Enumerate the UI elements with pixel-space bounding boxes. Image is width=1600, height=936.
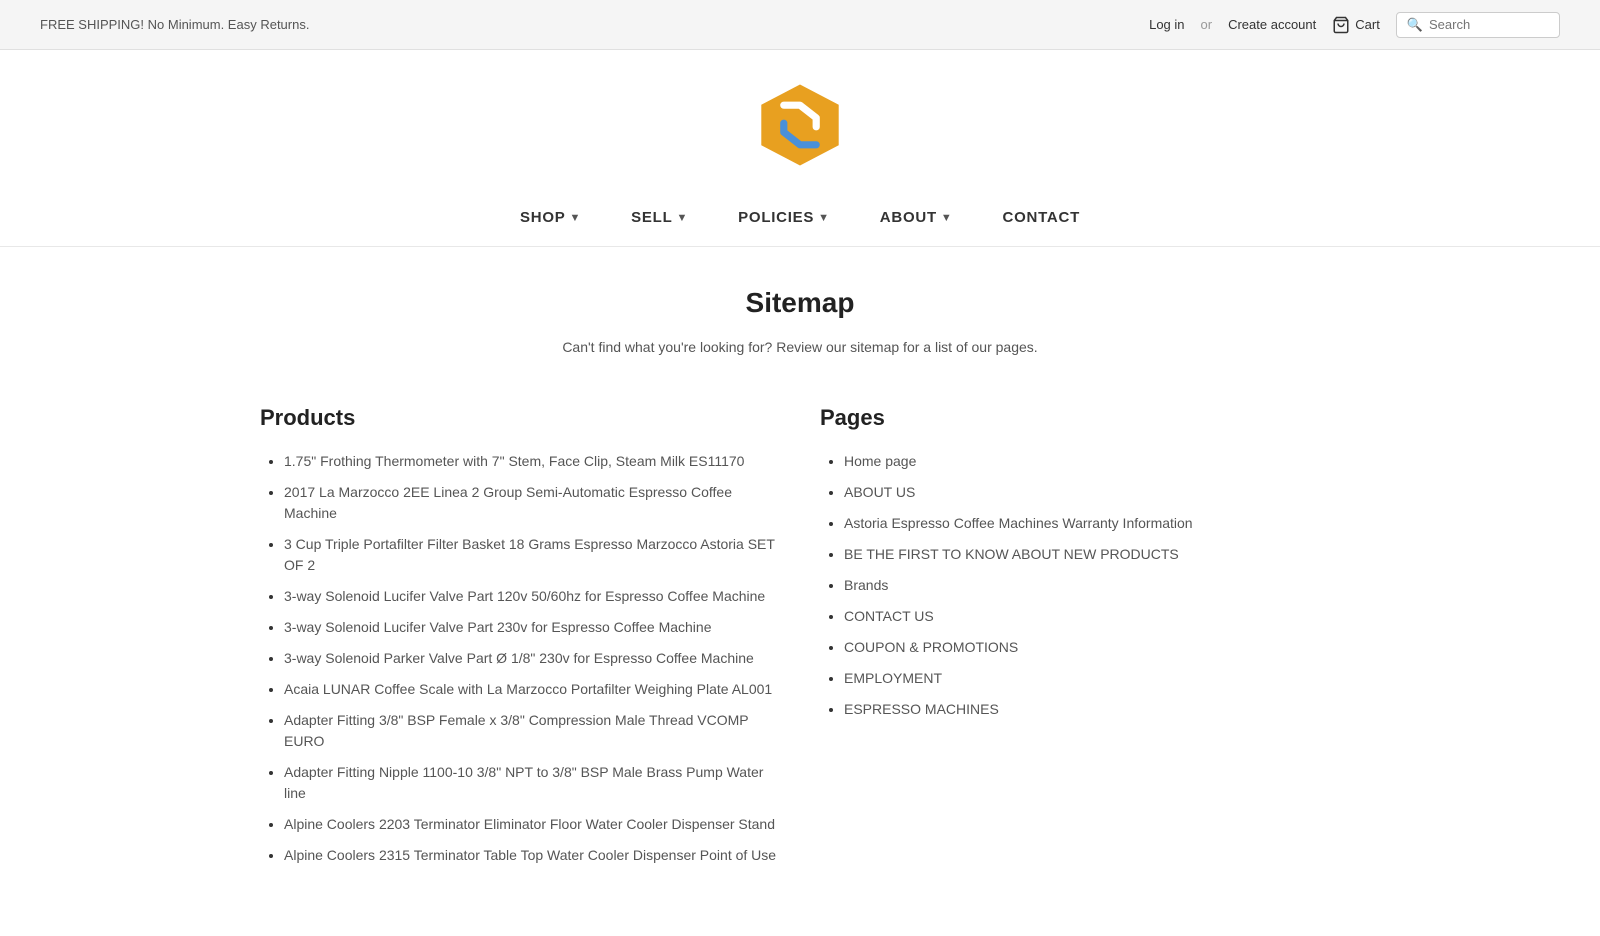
product-link[interactable]: Alpine Coolers 2315 Terminator Table Top… — [284, 847, 776, 863]
nav-item-policies[interactable]: POLICIES ▼ — [738, 209, 830, 226]
page-link[interactable]: Home page — [844, 453, 916, 469]
product-link[interactable]: Adapter Fitting 3/8" BSP Female x 3/8" C… — [284, 712, 748, 749]
list-item: 3-way Solenoid Lucifer Valve Part 230v f… — [284, 617, 780, 638]
nav-item-shop[interactable]: SHOP ▼ — [520, 209, 581, 226]
product-link[interactable]: 3-way Solenoid Parker Valve Part Ø 1/8" … — [284, 650, 754, 666]
list-item: COUPON & PROMOTIONS — [844, 637, 1340, 658]
product-link[interactable]: Alpine Coolers 2203 Terminator Eliminato… — [284, 816, 775, 832]
list-item: 2017 La Marzocco 2EE Linea 2 Group Semi-… — [284, 482, 780, 524]
nav-item-sell[interactable]: SELL ▼ — [631, 209, 688, 226]
products-section: Products 1.75" Frothing Thermometer with… — [260, 405, 780, 876]
nav-item-about[interactable]: ABOUT ▼ — [880, 209, 953, 226]
chevron-down-icon: ▼ — [941, 212, 953, 224]
logo-link[interactable] — [755, 80, 845, 173]
logo — [755, 80, 845, 170]
main-content: Sitemap Can't find what you're looking f… — [200, 247, 1400, 936]
top-bar: FREE SHIPPING! No Minimum. Easy Returns.… — [0, 0, 1600, 50]
list-item: 3-way Solenoid Lucifer Valve Part 120v 5… — [284, 586, 780, 607]
list-item: Astoria Espresso Coffee Machines Warrant… — [844, 513, 1340, 534]
list-item: Alpine Coolers 2315 Terminator Table Top… — [284, 845, 780, 866]
main-nav: SHOP ▼ SELL ▼ POLICIES ▼ ABOUT ▼ CONTACT — [0, 193, 1600, 247]
list-item: CONTACT US — [844, 606, 1340, 627]
shipping-notice: FREE SHIPPING! No Minimum. Easy Returns. — [40, 17, 309, 32]
list-item: 3-way Solenoid Parker Valve Part Ø 1/8" … — [284, 648, 780, 669]
list-item: BE THE FIRST TO KNOW ABOUT NEW PRODUCTS — [844, 544, 1340, 565]
page-subtitle: Can't find what you're looking for? Revi… — [260, 339, 1340, 355]
list-item: ABOUT US — [844, 482, 1340, 503]
pages-section-title: Pages — [820, 405, 1340, 431]
chevron-down-icon: ▼ — [570, 212, 582, 224]
list-item: EMPLOYMENT — [844, 668, 1340, 689]
list-item: ESPRESSO MACHINES — [844, 699, 1340, 720]
or-separator: or — [1201, 17, 1213, 32]
page-link[interactable]: BE THE FIRST TO KNOW ABOUT NEW PRODUCTS — [844, 546, 1179, 562]
nav-item-contact[interactable]: CONTACT — [1003, 209, 1080, 226]
create-account-link[interactable]: Create account — [1228, 17, 1316, 32]
page-link[interactable]: COUPON & PROMOTIONS — [844, 639, 1018, 655]
login-link[interactable]: Log in — [1149, 17, 1184, 32]
list-item: 3 Cup Triple Portafilter Filter Basket 1… — [284, 534, 780, 576]
product-link[interactable]: 3 Cup Triple Portafilter Filter Basket 1… — [284, 536, 775, 573]
list-item: 1.75" Frothing Thermometer with 7" Stem,… — [284, 451, 780, 472]
page-title: Sitemap — [260, 287, 1340, 319]
top-bar-right: Log in or Create account Cart 🔍 — [1149, 12, 1560, 38]
sitemap-grid: Products 1.75" Frothing Thermometer with… — [260, 405, 1340, 876]
products-list: 1.75" Frothing Thermometer with 7" Stem,… — [260, 451, 780, 866]
list-item: Alpine Coolers 2203 Terminator Eliminato… — [284, 814, 780, 835]
product-link[interactable]: 2017 La Marzocco 2EE Linea 2 Group Semi-… — [284, 484, 732, 521]
page-link[interactable]: Astoria Espresso Coffee Machines Warrant… — [844, 515, 1193, 531]
chevron-down-icon: ▼ — [818, 212, 830, 224]
list-item: Home page — [844, 451, 1340, 472]
product-link[interactable]: 3-way Solenoid Lucifer Valve Part 120v 5… — [284, 588, 765, 604]
list-item: Adapter Fitting Nipple 1100-10 3/8" NPT … — [284, 762, 780, 804]
pages-section: Pages Home page ABOUT US Astoria Espress… — [820, 405, 1340, 730]
product-link[interactable]: 3-way Solenoid Lucifer Valve Part 230v f… — [284, 619, 712, 635]
list-item: Adapter Fitting 3/8" BSP Female x 3/8" C… — [284, 710, 780, 752]
search-box[interactable]: 🔍 — [1396, 12, 1560, 38]
logo-area — [0, 50, 1600, 193]
product-link[interactable]: Acaia LUNAR Coffee Scale with La Marzocc… — [284, 681, 772, 697]
search-icon: 🔍 — [1407, 17, 1423, 33]
page-link[interactable]: CONTACT US — [844, 608, 934, 624]
list-item: Acaia LUNAR Coffee Scale with La Marzocc… — [284, 679, 780, 700]
page-link[interactable]: ESPRESSO MACHINES — [844, 701, 999, 717]
page-link[interactable]: ABOUT US — [844, 484, 915, 500]
chevron-down-icon: ▼ — [677, 212, 689, 224]
pages-list: Home page ABOUT US Astoria Espresso Coff… — [820, 451, 1340, 720]
list-item: Brands — [844, 575, 1340, 596]
search-input[interactable] — [1429, 17, 1549, 32]
product-link[interactable]: 1.75" Frothing Thermometer with 7" Stem,… — [284, 453, 744, 469]
product-link[interactable]: Adapter Fitting Nipple 1100-10 3/8" NPT … — [284, 764, 763, 801]
cart-button[interactable]: Cart — [1332, 16, 1380, 34]
cart-icon — [1332, 16, 1350, 34]
page-link[interactable]: Brands — [844, 577, 888, 593]
products-section-title: Products — [260, 405, 780, 431]
page-link[interactable]: EMPLOYMENT — [844, 670, 942, 686]
